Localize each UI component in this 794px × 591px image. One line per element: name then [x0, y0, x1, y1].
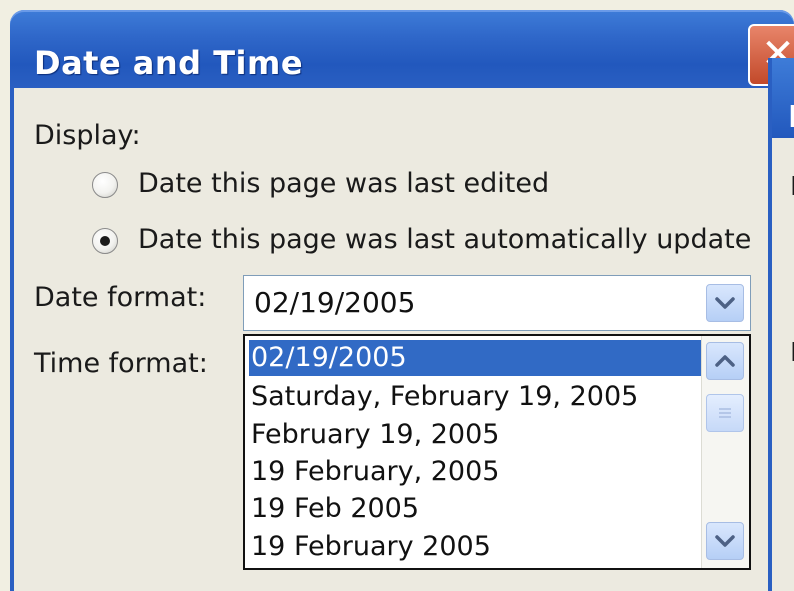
date-format-label: Date format: [34, 282, 207, 313]
scroll-down-button[interactable] [706, 522, 744, 560]
list-scrollbar[interactable] [701, 336, 749, 568]
date-format-value: 02/19/2005 [254, 286, 416, 319]
chevron-up-icon [715, 355, 735, 367]
list-item[interactable]: 19 February, 2005 [249, 454, 701, 490]
list-item[interactable]: 19 February 2005 [249, 529, 701, 565]
title-bar[interactable]: Date and Time [10, 10, 794, 88]
background-window: D I I [768, 58, 794, 591]
background-window-titlebar: D [772, 58, 794, 138]
background-window-label: I [790, 338, 794, 368]
background-window-title: D [788, 100, 794, 135]
chevron-down-icon [715, 535, 735, 547]
date-format-dropdown-button[interactable] [706, 284, 744, 322]
display-label: Display: [34, 120, 141, 151]
radio-selected-dot [100, 236, 110, 246]
scroll-up-button[interactable] [706, 342, 744, 380]
background-window-label: I [790, 172, 794, 202]
list-item[interactable]: 19 Feb 2005 [249, 491, 701, 527]
time-format-label: Time format: [34, 348, 208, 379]
list-item[interactable]: Saturday, February 19, 2005 [249, 379, 701, 415]
date-format-list[interactable]: 02/19/2005 Saturday, February 19, 2005 F… [243, 334, 751, 570]
radio-last-edited-label[interactable]: Date this page was last edited [138, 168, 549, 199]
radio-last-updated[interactable] [92, 228, 118, 254]
chevron-down-icon [715, 297, 735, 309]
scroll-thumb[interactable] [706, 394, 744, 432]
grip-icon [719, 408, 731, 418]
list-item[interactable]: February 19, 2005 [249, 417, 701, 453]
window-title: Date and Time [34, 44, 304, 82]
list-item[interactable]: 02/19/2005 [249, 340, 701, 376]
radio-last-updated-label[interactable]: Date this page was last automatically up… [138, 224, 768, 255]
radio-last-edited[interactable] [92, 172, 118, 198]
date-format-combobox[interactable]: 02/19/2005 [243, 275, 751, 331]
